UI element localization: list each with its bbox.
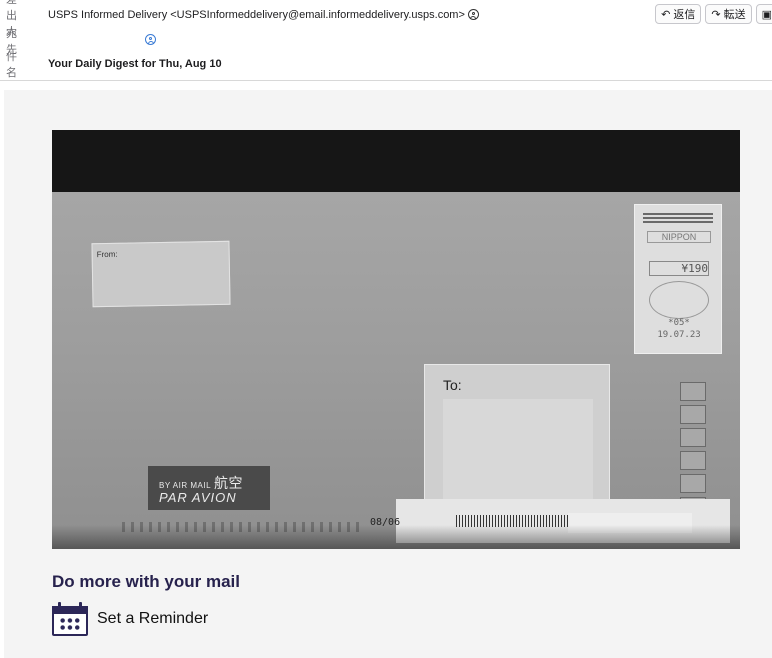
imb-barcode bbox=[456, 515, 568, 527]
set-reminder-link[interactable]: Set a Reminder bbox=[52, 602, 208, 636]
mailpiece-scan-image: From: NIPPON ¥190 *05* 19.07.23 To: BY A… bbox=[52, 130, 740, 549]
par-avion-text: PAR AVION bbox=[159, 490, 237, 505]
to-field-label: To: bbox=[443, 377, 462, 393]
reply-button[interactable]: ↶ 返信 bbox=[655, 4, 702, 24]
airmail-kanji: 航空 bbox=[214, 475, 244, 491]
forward-label: 転送 bbox=[723, 9, 746, 21]
email-header: 差出人 USPS Informed Delivery <USPSInformed… bbox=[0, 0, 772, 81]
from-field-label: From: bbox=[96, 249, 118, 260]
email-body: From: NIPPON ¥190 *05* 19.07.23 To: BY A… bbox=[4, 90, 772, 658]
stamp-country: NIPPON bbox=[647, 231, 711, 243]
airmail-label: BY AIR MAIL 航空 PAR AVION bbox=[148, 466, 270, 510]
airmail-text: BY AIR MAIL bbox=[159, 481, 212, 490]
printed-marks bbox=[122, 522, 362, 532]
archive-button[interactable]: ▣ bbox=[755, 4, 772, 24]
postal-box bbox=[680, 474, 706, 493]
set-reminder-label[interactable]: Set a Reminder bbox=[97, 610, 208, 628]
envelope: From: NIPPON ¥190 *05* 19.07.23 To: BY A… bbox=[52, 192, 740, 549]
postal-box bbox=[680, 428, 706, 447]
forward-arrow-icon: ↷ bbox=[711, 8, 721, 21]
calendar-grid bbox=[59, 617, 81, 631]
message-actions: ↶ 返信 ↷ 転送 ▣ bbox=[655, 4, 772, 24]
calendar-ring bbox=[79, 602, 82, 610]
subject-label: 件名 bbox=[6, 51, 17, 79]
stamp-bird-emblem bbox=[649, 281, 709, 319]
postage-stamp: NIPPON ¥190 *05* 19.07.23 bbox=[634, 204, 722, 354]
postmark: *05* 19.07.23 bbox=[643, 317, 715, 341]
scan-date: 08/06 bbox=[370, 517, 401, 528]
promo-heading: Do more with your mail bbox=[52, 572, 240, 591]
redacted-address bbox=[443, 399, 593, 499]
calendar-icon bbox=[52, 602, 88, 636]
barcode-strip: 08/06 bbox=[370, 499, 730, 543]
postal-box bbox=[680, 451, 706, 470]
reply-arrow-icon: ↶ bbox=[661, 8, 671, 21]
stamp-value: ¥190 bbox=[649, 261, 709, 276]
postal-box bbox=[680, 382, 706, 401]
forward-button[interactable]: ↷ 転送 bbox=[705, 4, 752, 24]
archive-box-icon: ▣ bbox=[761, 8, 772, 21]
stamp-lines bbox=[643, 213, 713, 225]
reply-label: 返信 bbox=[673, 9, 696, 21]
sender-address[interactable]: USPS Informed Delivery <USPSInformeddeli… bbox=[48, 9, 465, 21]
from-value[interactable]: USPS Informed Delivery <USPSInformeddeli… bbox=[48, 9, 479, 21]
calendar-ring bbox=[58, 602, 61, 610]
recipient-person-icon[interactable] bbox=[145, 34, 156, 45]
recipient-address-label: To: bbox=[424, 364, 610, 506]
person-circle-icon[interactable] bbox=[467, 9, 479, 20]
postal-box bbox=[680, 405, 706, 424]
postmark-number: *05* bbox=[668, 318, 690, 328]
redacted-code bbox=[568, 513, 692, 533]
return-address-label: From: bbox=[91, 240, 231, 308]
postmark-date: 19.07.23 bbox=[657, 330, 701, 340]
subject-value: Your Daily Digest for Thu, Aug 10 bbox=[48, 58, 222, 70]
